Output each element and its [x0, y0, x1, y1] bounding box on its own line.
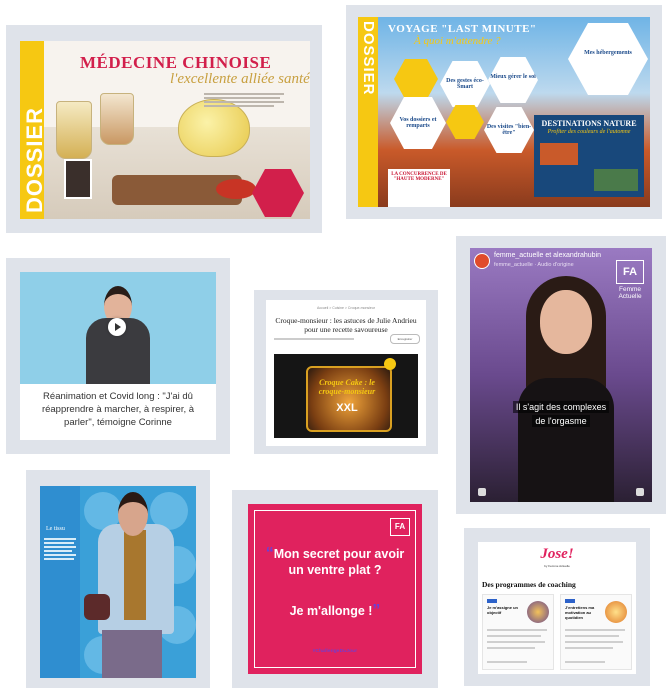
body-text-line — [204, 97, 280, 99]
card-jose-coaching[interactable]: Jose! by Femme Actuelle Des programmes d… — [464, 528, 650, 686]
video-player[interactable]: Croque Cake : le croque-monsieur XXL — [274, 354, 418, 438]
hex-quote: Mes hébergements — [568, 23, 648, 95]
author-photo — [64, 159, 92, 199]
audio-label[interactable]: femme_actuelle · Audio d'origine — [494, 262, 574, 268]
body-text-line — [204, 101, 284, 103]
hashtag: #ChallengeDuJour — [312, 648, 358, 653]
teapot — [178, 99, 250, 157]
destination-photo — [594, 169, 638, 191]
dossier-label: DOSSIER — [360, 21, 377, 96]
article-card: Accueil > Cuisine > Croque-monsieur Croq… — [266, 300, 426, 446]
badge-icon — [384, 358, 396, 370]
goji-berries — [216, 179, 256, 199]
video-card: Réanimation et Covid long : "J'ai dû réa… — [20, 272, 216, 440]
quote-answer: Je m'allonge !” — [289, 602, 381, 619]
program-card[interactable]: J'entretiens ma motivation au quotidien — [560, 594, 632, 670]
model-bag — [84, 594, 110, 620]
video-subtitle: Il s'agit des complexes de l'orgasme — [490, 400, 632, 428]
brand-name: Femme Actuelle — [618, 286, 642, 300]
program-image — [605, 601, 627, 623]
destinations-title: DESTINATIONS NATURE — [541, 119, 637, 128]
play-icon[interactable] — [108, 318, 126, 336]
body-text-line — [204, 105, 274, 107]
hex-callout: Des visites "bien-être" — [484, 107, 534, 153]
jose-logo: Jose! — [540, 546, 574, 562]
video-overlay-title: Croque Cake : le croque-monsieur — [318, 378, 376, 396]
magazine-spread-medecine: DOSSIER MÉDECINE CHINOISE l'excellente a… — [20, 41, 310, 219]
page-title: Le tissu — [46, 526, 65, 532]
femme-actuelle-logo: FA — [616, 260, 644, 284]
card-croque-monsieur[interactable]: Accueil > Cuisine > Croque-monsieur Croq… — [254, 290, 438, 454]
hex-callout: Vos dossiers et remparts — [390, 97, 446, 149]
video-caption: Réanimation et Covid long : "J'ai dû réa… — [41, 391, 195, 428]
quote-post: FA “Mon secret pour avoir un ventre plat… — [248, 504, 422, 674]
hex-photo — [394, 59, 438, 99]
quote-open-icon: “ — [265, 545, 274, 562]
destinations-panel: DESTINATIONS NATURE Profiter des couleur… — [534, 115, 644, 197]
breadcrumb: Accueil > Cuisine > Croque-monsieur — [317, 306, 375, 310]
spread-subtitle: l'excellente alliée santé — [170, 71, 310, 87]
spread-title: MÉDECINE CHINOISE — [80, 53, 272, 72]
reel-video[interactable]: femme_actuelle et alexandrahubin femme_a… — [470, 248, 652, 502]
magazine-spread-voyage: DOSSIER VOYAGE "LAST MINUTE" À quoi m'at… — [358, 17, 650, 207]
reel-icon[interactable] — [636, 488, 644, 496]
card-medecine-chinoise[interactable]: DOSSIER MÉDECINE CHINOISE l'excellente a… — [6, 25, 322, 233]
hex-photo — [446, 105, 484, 139]
video-overlay-xxl: XXL — [336, 402, 358, 414]
text-column: Le tissu — [40, 486, 80, 678]
speaker — [518, 276, 614, 502]
account-names[interactable]: femme_actuelle et alexandrahubin — [494, 252, 601, 259]
card-voyage-last-minute[interactable]: DOSSIER VOYAGE "LAST MINUTE" À quoi m'at… — [346, 5, 662, 219]
model-head — [118, 492, 148, 536]
spread-title: VOYAGE "LAST MINUTE" — [388, 23, 537, 35]
destination-photo — [540, 143, 578, 165]
coaching-page: Jose! by Femme Actuelle Des programmes d… — [478, 542, 636, 674]
program-title: Je m'assigne un objectif — [487, 605, 518, 615]
croque-plate — [306, 366, 392, 432]
section-heading: Des programmes de coaching — [482, 580, 576, 589]
program-card[interactable]: Je m'assigne un objectif — [482, 594, 554, 670]
dossier-strip: DOSSIER — [20, 41, 47, 219]
user-icon[interactable] — [478, 488, 486, 496]
card-pink-quote[interactable]: FA “Mon secret pour avoir un ventre plat… — [232, 490, 438, 688]
tea-glass — [56, 101, 92, 159]
hex-callout: Des gestes éco-Smart — [440, 61, 490, 107]
video-thumbnail[interactable] — [20, 272, 216, 384]
quote-text: “Mon secret pour avoir un ventre plat ? — [265, 545, 405, 578]
hex-callout: Mieux gérer le sol — [488, 57, 538, 103]
femme-actuelle-logo: FA — [390, 518, 410, 536]
card-instagram-reel[interactable]: femme_actuelle et alexandrahubin femme_a… — [456, 236, 666, 514]
bookmark-button[interactable]: Enregistrer — [390, 334, 420, 344]
concurrence-panel: LA CONCURRENCE DE "HAUTE MODERNE" — [388, 169, 450, 207]
quote-close-icon: ” — [372, 602, 381, 619]
model-skirt — [102, 630, 162, 678]
dossier-strip: DOSSIER — [358, 17, 378, 207]
card-fashion-tiles[interactable]: Le tissu — [26, 470, 210, 688]
article-meta — [274, 338, 354, 340]
body-text-line — [204, 93, 284, 95]
spread-subtitle: À quoi m'attendre ? — [414, 35, 501, 47]
magazine-page-fashion: Le tissu — [40, 486, 196, 678]
card-reanimation-video[interactable]: Réanimation et Covid long : "J'ai dû réa… — [6, 258, 230, 454]
jose-logo-sub: by Femme Actuelle — [544, 564, 570, 568]
article-title: Croque-monsieur : les astuces de Julie A… — [275, 316, 417, 334]
program-title: J'entretiens ma motivation au quotidien — [565, 605, 595, 620]
tea-glass — [100, 93, 134, 145]
program-image — [527, 601, 549, 623]
model-scarf — [124, 530, 146, 620]
destinations-subtitle: Profiter des couleurs de l'automne — [547, 129, 631, 135]
avatar[interactable] — [474, 253, 490, 269]
